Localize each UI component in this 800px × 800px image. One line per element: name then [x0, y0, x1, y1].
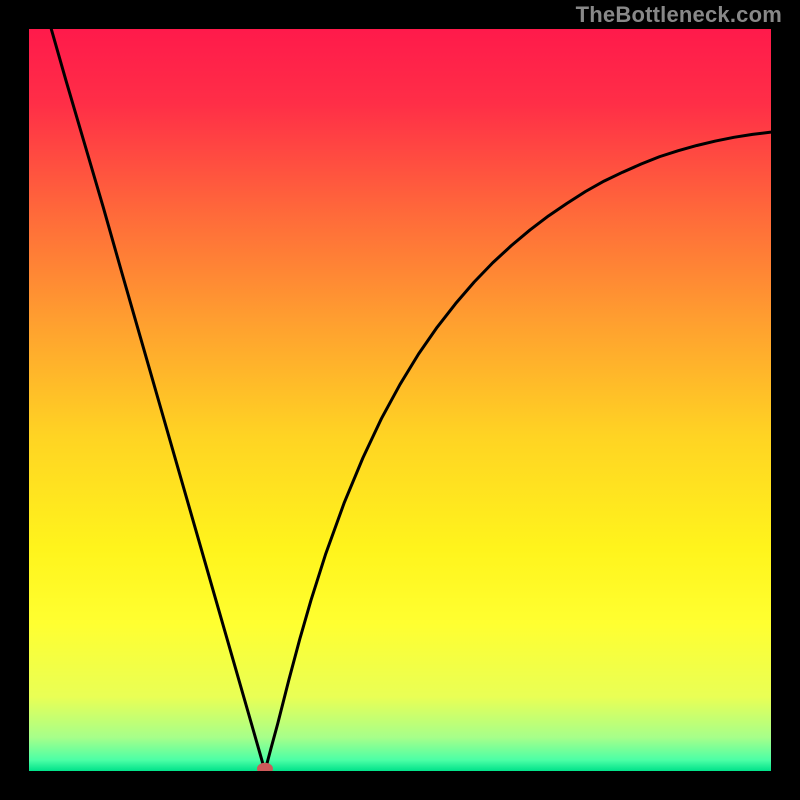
chart-frame: TheBottleneck.com [0, 0, 800, 800]
chart-background [29, 29, 771, 771]
watermark-text: TheBottleneck.com [576, 2, 782, 28]
bottleneck-curve-chart [29, 29, 771, 771]
